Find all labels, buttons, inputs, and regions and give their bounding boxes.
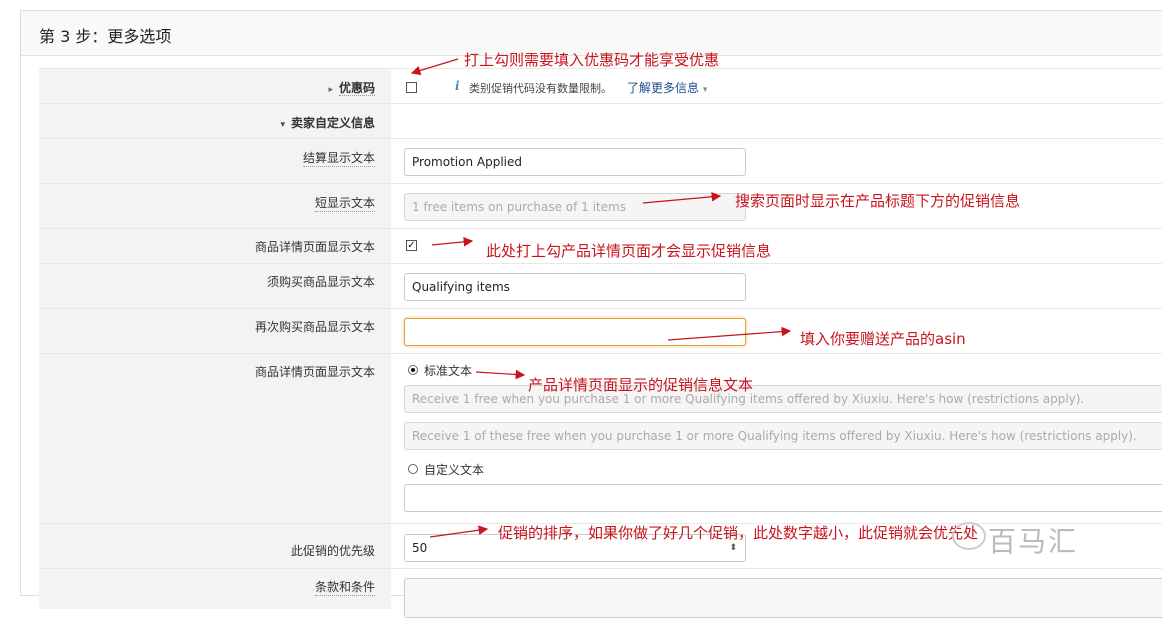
annotation-priority: 促销的排序，如果你做了好几个促销，此处数字越小，此促销就会优先处 <box>498 524 979 542</box>
annotation-short-text: 搜索页面时显示在产品标题下方的促销信息 <box>735 192 1021 210</box>
annotation-promo-code: 打上勾则需要填入优惠码才能享受优惠 <box>464 51 720 69</box>
annotation-detail-text: 产品详情页面显示的促销信息文本 <box>528 376 754 394</box>
wechat-icon <box>952 522 986 550</box>
annotation-repurchase: 填入你要赠送产品的asin <box>800 330 966 348</box>
watermark: 百马汇 <box>988 525 1079 558</box>
annotation-detail-page: 此处打上勾产品详情页面才会显示促销信息 <box>486 242 772 260</box>
annotation-arrows <box>410 58 792 538</box>
